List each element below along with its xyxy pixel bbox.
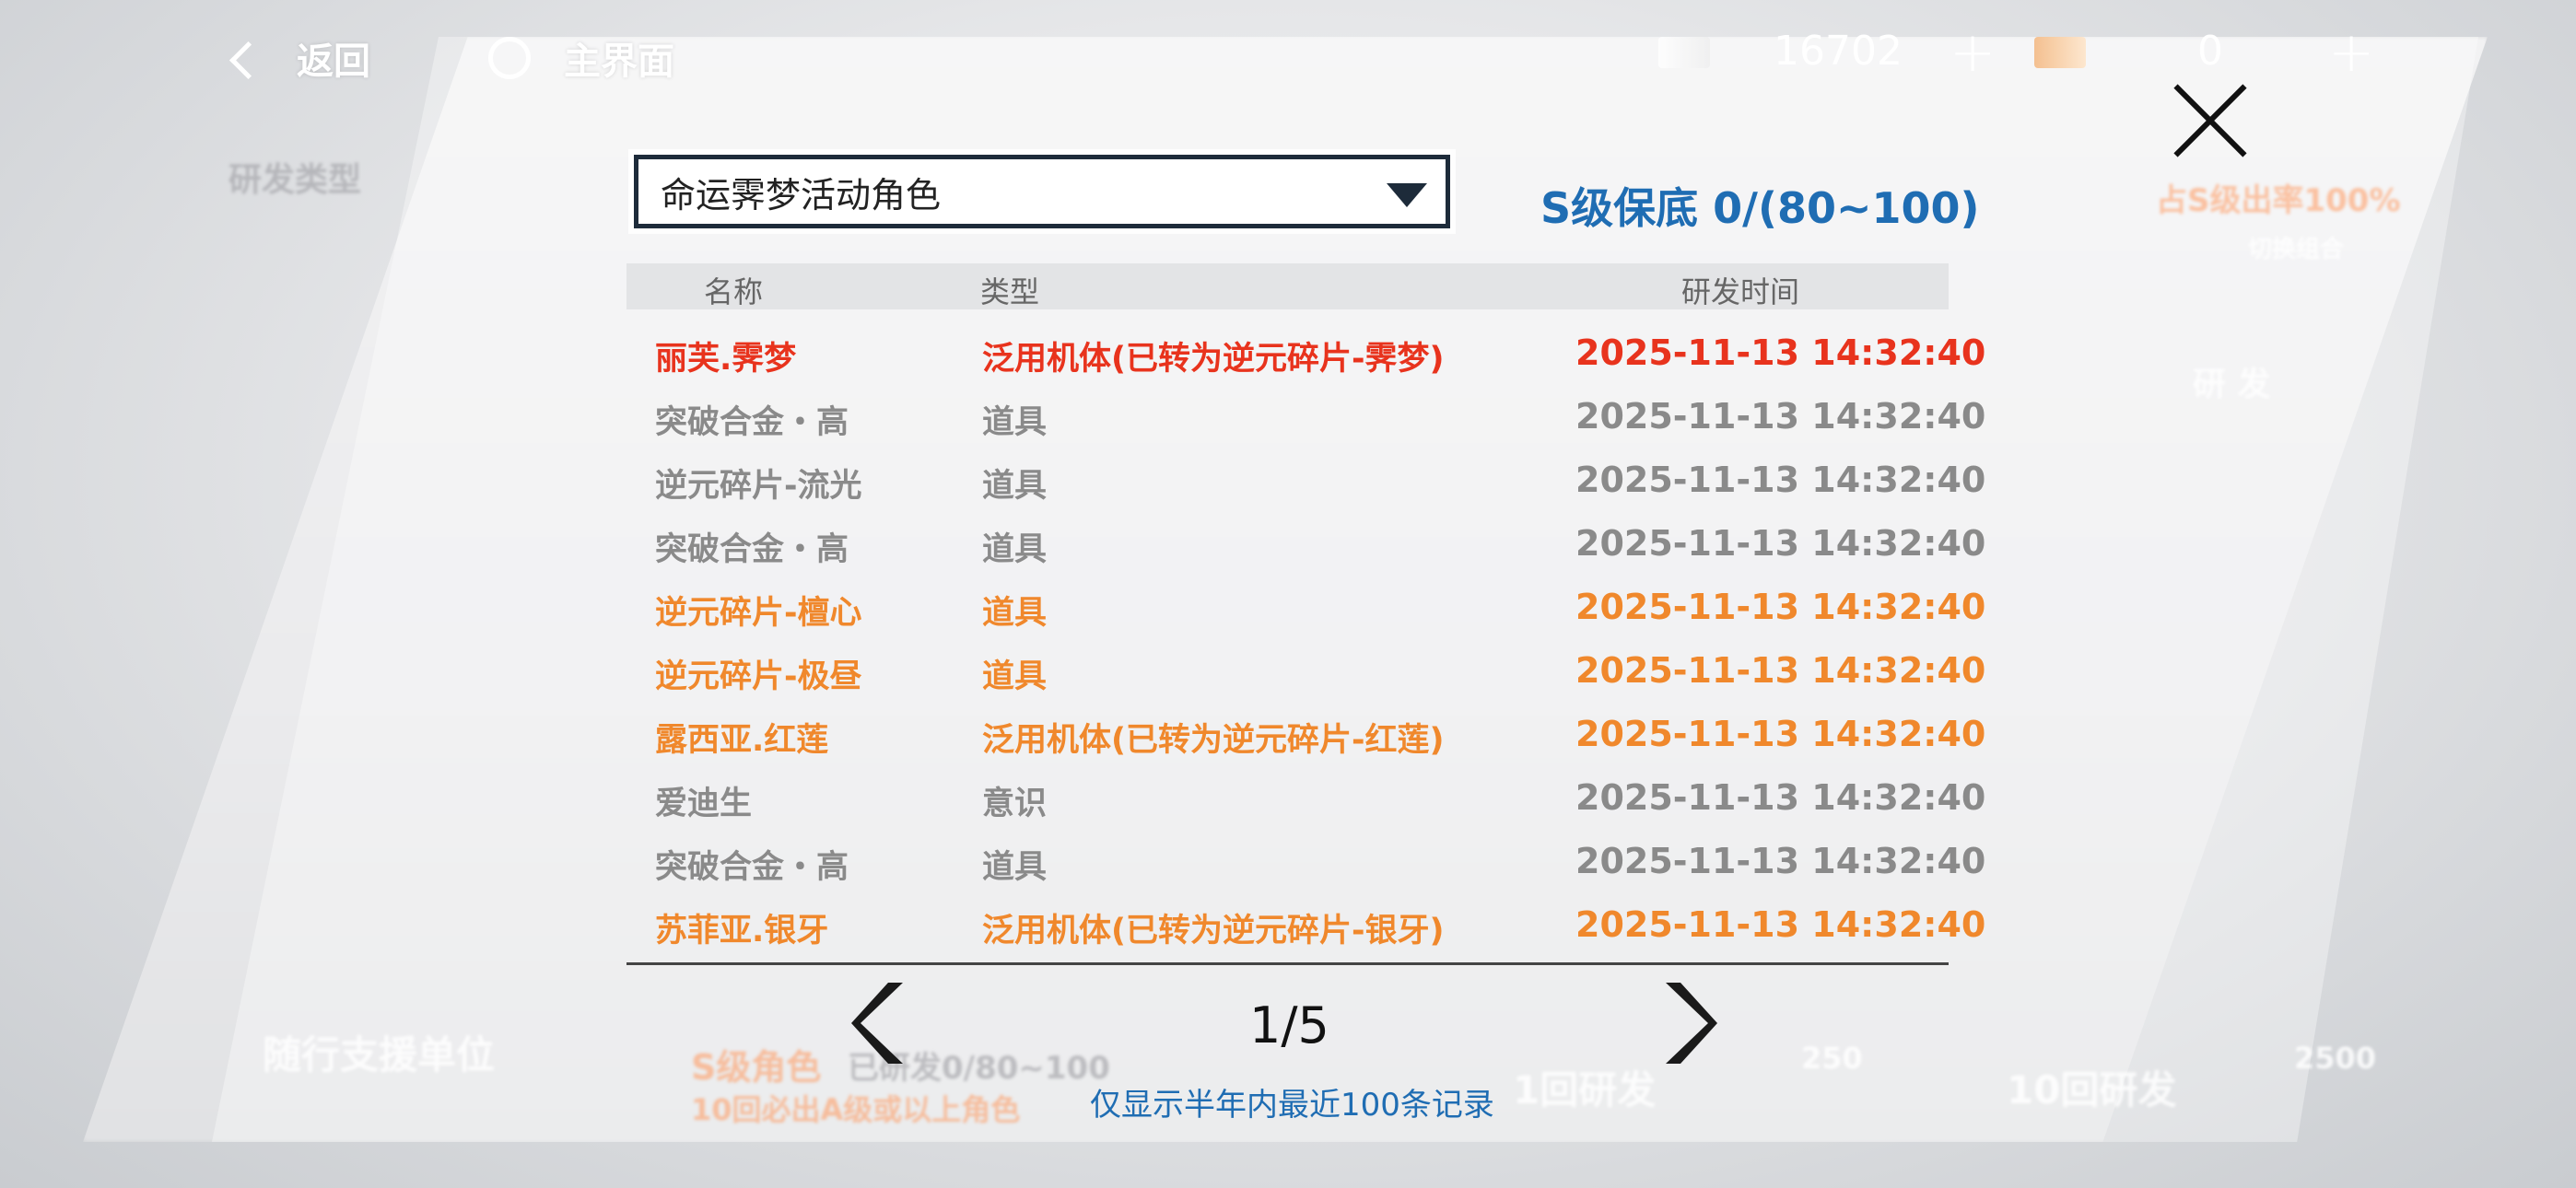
chevron-left-icon — [851, 983, 903, 1064]
bg-switch-combo: 切换组合 — [2248, 236, 2345, 263]
header-type: 类型 — [980, 274, 1040, 309]
row-type: 泛用机体(已转为逆元碎片-银牙) — [982, 913, 1445, 949]
currency-2-value: 0 — [2197, 28, 2223, 75]
table-row: 逆元碎片-流光 道具 2025-11-13 14:32:40 — [626, 448, 1985, 512]
currency-2-icon — [2034, 37, 2086, 68]
record-limit-note: 仅显示半年内最近100条记录 — [1090, 1087, 1494, 1124]
row-time: 2025-11-13 14:32:40 — [1575, 523, 1986, 564]
close-button[interactable] — [2169, 79, 2252, 162]
table-row: 突破合金・高 道具 2025-11-13 14:32:40 — [626, 512, 1985, 576]
currency-1-value: 16702 — [1774, 28, 1903, 75]
plus-icon: + — [2328, 20, 2375, 85]
table-row: 逆元碎片-极昼 道具 2025-11-13 14:32:40 — [626, 639, 1985, 703]
bg-category-label: 研发类型 — [228, 161, 362, 199]
row-time: 2025-11-13 14:32:40 — [1575, 460, 1986, 500]
row-type: 泛用机体(已转为逆元碎片-霁梦) — [982, 341, 1445, 378]
row-time: 2025-11-13 14:32:40 — [1575, 904, 1986, 945]
home-button[interactable]: 主界面 — [488, 31, 674, 85]
row-type: 意识 — [982, 786, 1048, 822]
row-name: 露西亚.红莲 — [655, 722, 829, 759]
row-type: 道具 — [982, 658, 1048, 695]
bg-research-header: 研 发 — [2193, 366, 2271, 403]
home-label: 主界面 — [564, 41, 674, 83]
dropdown-selected-label: 命运霁梦活动角色 — [661, 174, 942, 215]
bg-single-cost: 250 — [1801, 1041, 1863, 1076]
row-name: 苏菲亚.银牙 — [655, 913, 829, 949]
table-row: 丽芙.霁梦 泛用机体(已转为逆元碎片-霁梦) 2025-11-13 14:32:… — [626, 321, 1985, 385]
row-name: 逆元碎片-极昼 — [655, 658, 862, 695]
row-time: 2025-11-13 14:32:40 — [1575, 650, 1986, 691]
table-header: 名称 类型 研发时间 — [626, 263, 1949, 309]
currency-1-display: 16702 — [1774, 28, 1903, 75]
row-time: 2025-11-13 14:32:40 — [1575, 777, 1986, 818]
bg-ten-cost: 2500 — [2294, 1041, 2377, 1076]
row-type: 道具 — [982, 849, 1048, 886]
row-type: 道具 — [982, 531, 1048, 568]
next-page-button[interactable] — [1657, 979, 1721, 1067]
bg-rate-text: 占S级出率100% — [2156, 182, 2401, 219]
bg-s-grade: S级角色 — [691, 1047, 822, 1088]
table-row: 突破合金・高 道具 2025-11-13 14:32:40 — [626, 385, 1985, 448]
triangle-down-icon — [1387, 183, 1427, 207]
row-name: 突破合金・高 — [655, 849, 849, 886]
row-time: 2025-11-13 14:32:40 — [1575, 332, 1986, 373]
bg-ten-guarantee: 10回必出A级或以上角色 — [691, 1092, 1021, 1127]
back-button[interactable]: 返回 — [228, 31, 370, 85]
bg-support-unit: 随行支援单位 — [263, 1032, 496, 1077]
bg-ten-draw: 10回研发 — [2007, 1067, 2177, 1112]
chevron-right-icon — [1666, 983, 1717, 1064]
row-type: 泛用机体(已转为逆元碎片-红莲) — [982, 722, 1445, 759]
back-label: 返回 — [297, 41, 370, 83]
plus-icon: + — [1950, 20, 1996, 85]
bg-single-draw: 1回研发 — [1513, 1067, 1657, 1112]
header-name: 名称 — [704, 274, 764, 309]
row-time: 2025-11-13 14:32:40 — [1575, 587, 1986, 627]
header-time: 研发时间 — [1681, 274, 1800, 309]
row-name: 逆元碎片-檀心 — [655, 595, 862, 632]
row-name: 突破合金・高 — [655, 404, 849, 441]
row-time: 2025-11-13 14:32:40 — [1575, 714, 1986, 754]
prev-page-button[interactable] — [848, 979, 912, 1067]
currency-1-icon — [1658, 37, 1710, 68]
pity-counter: S级保底 0/(80~100) — [1540, 183, 1980, 233]
row-name: 爱迪生 — [655, 786, 753, 822]
table-row: 苏菲亚.银牙 泛用机体(已转为逆元碎片-银牙) 2025-11-13 14:32… — [626, 893, 1985, 957]
page-indicator: 1/5 — [1249, 996, 1329, 1054]
row-time: 2025-11-13 14:32:40 — [1575, 396, 1986, 437]
row-type: 道具 — [982, 595, 1048, 632]
chevron-left-icon — [228, 41, 268, 79]
row-name: 突破合金・高 — [655, 531, 849, 568]
table-divider — [626, 962, 1949, 965]
table-row: 逆元碎片-檀心 道具 2025-11-13 14:32:40 — [626, 576, 1985, 639]
table-row: 突破合金・高 道具 2025-11-13 14:32:40 — [626, 830, 1985, 893]
circle-icon — [488, 37, 531, 79]
row-type: 道具 — [982, 404, 1048, 441]
row-name: 逆元碎片-流光 — [655, 468, 862, 505]
table-row: 露西亚.红莲 泛用机体(已转为逆元碎片-红莲) 2025-11-13 14:32… — [626, 703, 1985, 766]
banner-select-dropdown[interactable]: 命运霁梦活动角色 — [634, 155, 1450, 228]
row-time: 2025-11-13 14:32:40 — [1575, 841, 1986, 881]
table-row: 爱迪生 意识 2025-11-13 14:32:40 — [626, 766, 1985, 830]
row-name: 丽芙.霁梦 — [655, 341, 797, 378]
row-type: 道具 — [982, 468, 1048, 505]
currency-2-display: 0 — [2197, 28, 2223, 75]
